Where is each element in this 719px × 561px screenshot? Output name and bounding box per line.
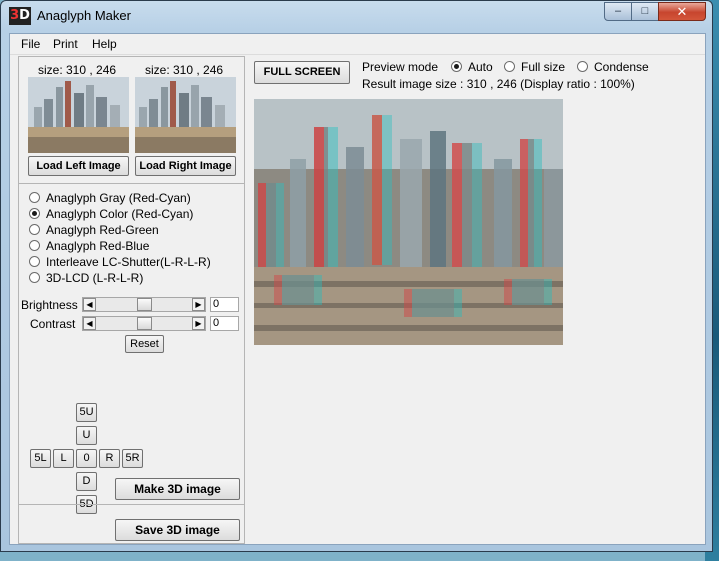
radio-button[interactable] bbox=[29, 272, 40, 283]
contrast-label: Contrast bbox=[30, 317, 76, 331]
menu-bar: File Print Help bbox=[10, 34, 705, 55]
left-image-thumbnail bbox=[28, 77, 129, 153]
close-icon: ✕ bbox=[676, 4, 688, 19]
menu-file[interactable]: File bbox=[21, 37, 40, 51]
make-3d-image-button[interactable]: Make 3D image bbox=[115, 478, 240, 500]
shift-5r-button[interactable]: 5R bbox=[122, 449, 143, 468]
menu-help[interactable]: Help bbox=[92, 37, 117, 51]
title-bar[interactable]: 3D Anaglyph Maker – □ ✕ bbox=[1, 1, 712, 31]
result-size-text: Result image size : 310 , 246 (Display r… bbox=[362, 77, 635, 91]
maximize-icon: □ bbox=[641, 5, 649, 17]
arrow-right-icon[interactable]: ▶ bbox=[192, 317, 205, 330]
radio-button[interactable] bbox=[504, 61, 515, 72]
slider-thumb[interactable] bbox=[137, 317, 152, 330]
divider bbox=[19, 183, 244, 184]
radio-button[interactable] bbox=[29, 224, 40, 235]
shift-right-button[interactable]: R bbox=[99, 449, 120, 468]
radio-button[interactable] bbox=[29, 256, 40, 267]
minimize-icon: – bbox=[614, 5, 622, 17]
load-left-image-button[interactable]: Load Left Image bbox=[28, 156, 129, 176]
divider bbox=[19, 504, 244, 505]
shift-left-button[interactable]: L bbox=[53, 449, 74, 468]
radio-button-selected[interactable] bbox=[451, 61, 462, 72]
client-area: File Print Help size: 310 , 246 size: 31… bbox=[9, 33, 706, 545]
shift-down-button[interactable]: D bbox=[76, 472, 97, 491]
radio-button[interactable] bbox=[29, 192, 40, 203]
window-title: Anaglyph Maker bbox=[37, 8, 131, 23]
right-image-thumbnail bbox=[135, 77, 236, 153]
shift-center-button[interactable]: 0 bbox=[76, 449, 97, 468]
brightness-slider[interactable]: ◀ ▶ bbox=[82, 297, 206, 312]
slider-thumb[interactable] bbox=[137, 298, 152, 311]
minimize-button[interactable]: – bbox=[604, 2, 632, 21]
arrow-right-icon[interactable]: ▶ bbox=[192, 298, 205, 311]
load-right-image-button[interactable]: Load Right Image bbox=[135, 156, 236, 176]
maximize-button[interactable]: □ bbox=[631, 2, 659, 21]
close-button[interactable]: ✕ bbox=[658, 2, 706, 21]
preview-mode-label: Preview mode bbox=[362, 60, 439, 74]
arrow-left-icon[interactable]: ◀ bbox=[83, 298, 96, 311]
contrast-slider[interactable]: ◀ ▶ bbox=[82, 316, 206, 331]
right-size-label: size: 310 , 246 bbox=[145, 63, 224, 77]
left-size-label: size: 310 , 246 bbox=[38, 63, 117, 77]
shift-5l-button[interactable]: 5L bbox=[30, 449, 51, 468]
radio-button-selected[interactable] bbox=[29, 208, 40, 219]
shift-5u-button[interactable]: 5U bbox=[76, 403, 97, 422]
reset-button[interactable]: Reset bbox=[125, 335, 164, 353]
shift-up-button[interactable]: U bbox=[76, 426, 97, 445]
arrow-left-icon[interactable]: ◀ bbox=[83, 317, 96, 330]
app-window: 3D Anaglyph Maker – □ ✕ File Print Help … bbox=[0, 0, 713, 552]
radio-button[interactable] bbox=[29, 240, 40, 251]
anaglyph-3d-icon: 3D bbox=[9, 7, 31, 25]
radio-button[interactable] bbox=[577, 61, 588, 72]
control-panel: size: 310 , 246 size: 310 , 246 Load Lef… bbox=[18, 56, 245, 544]
contrast-value[interactable]: 0 bbox=[210, 316, 239, 331]
menu-print[interactable]: Print bbox=[53, 37, 78, 51]
brightness-value[interactable]: 0 bbox=[210, 297, 239, 312]
brightness-label: Brightness bbox=[21, 298, 78, 312]
save-3d-image-button[interactable]: Save 3D image bbox=[115, 519, 240, 541]
full-screen-button[interactable]: FULL SCREEN bbox=[254, 61, 350, 84]
anaglyph-result-image bbox=[254, 99, 563, 345]
